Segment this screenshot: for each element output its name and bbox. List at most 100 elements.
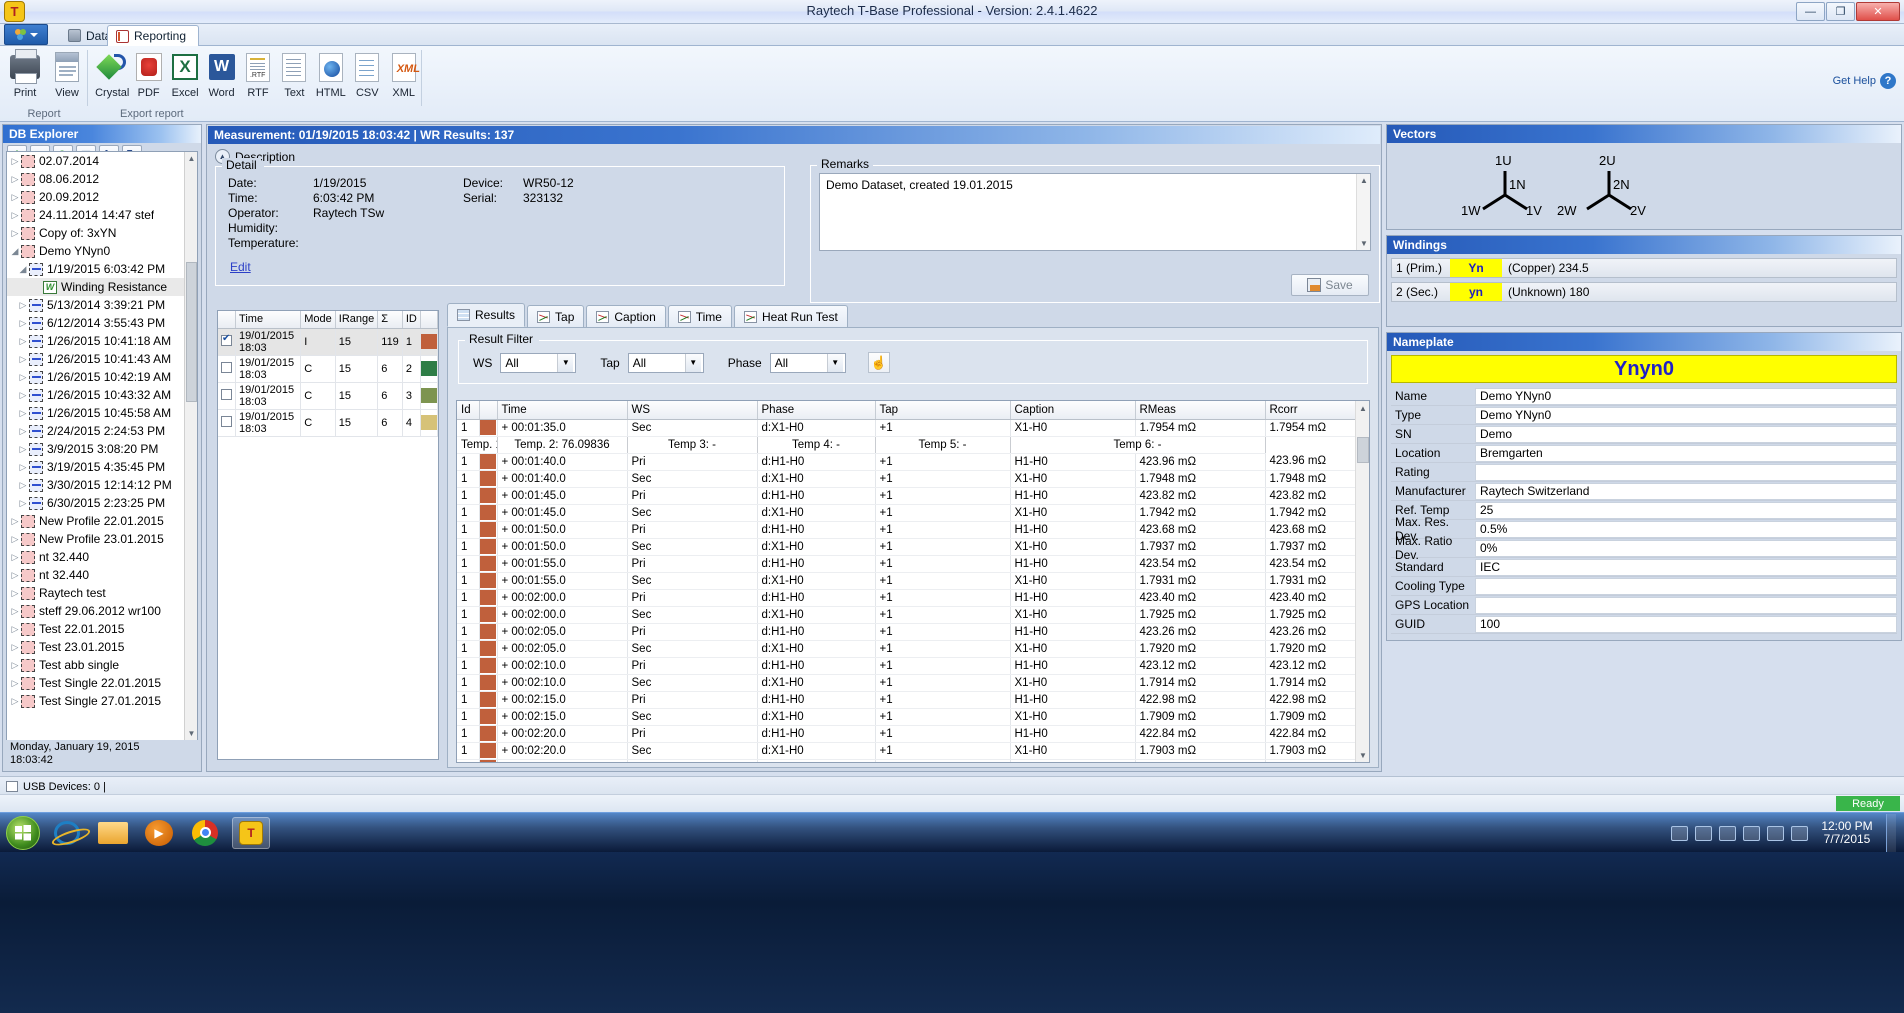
expander-closed-icon[interactable]: ▷ <box>9 228 21 239</box>
tree-item[interactable]: ▷ 6/30/2015 2:23:25 PM <box>7 494 197 512</box>
remarks-scrollbar[interactable]: ▲ ▼ <box>1356 174 1370 250</box>
row-checkbox[interactable] <box>221 388 232 400</box>
show-desktop-button[interactable] <box>1886 814 1896 852</box>
nameplate-value[interactable]: Raytech Switzerland <box>1475 482 1897 500</box>
export-text-button[interactable]: Text <box>276 50 312 99</box>
tray-icon-6[interactable] <box>1791 825 1808 841</box>
maximize-button[interactable]: ❐ <box>1826 2 1855 21</box>
taskbar-file-explorer[interactable] <box>94 817 132 849</box>
expander-closed-icon[interactable]: ▷ <box>9 606 21 617</box>
edit-link[interactable]: Edit <box>216 256 784 274</box>
view-button[interactable]: View <box>46 50 88 99</box>
table-row[interactable]: 1 + 00:01:45.0 Pri d:H1-H0 +1 H1-H0 423.82 mΩ 4… <box>457 487 1369 505</box>
tray-icon-1[interactable] <box>1671 825 1688 841</box>
export-xml-button[interactable]: XML XML <box>386 50 422 99</box>
expander-closed-icon[interactable]: ▷ <box>9 192 21 203</box>
row-checkbox[interactable] <box>221 333 232 346</box>
scroll-thumb[interactable] <box>1357 437 1369 463</box>
ws-filter-select[interactable]: All ▼ <box>500 352 577 373</box>
row-checkbox[interactable] <box>221 415 232 427</box>
expander-closed-icon[interactable]: ▷ <box>9 516 21 527</box>
tree-item[interactable]: ▷ 3/19/2015 4:35:45 PM <box>7 458 197 476</box>
save-button[interactable]: Save <box>1291 274 1369 296</box>
table-row[interactable]: 1 + 00:01:40.0 Sec d:X1-H0 +1 X1-H0 1.7948 mΩ 1… <box>457 470 1369 488</box>
expander-closed-icon[interactable]: ▷ <box>17 354 29 365</box>
expander-closed-icon[interactable]: ▷ <box>17 462 29 473</box>
tree-item[interactable]: ▷ Test 22.01.2015 <box>7 620 197 638</box>
tree-item[interactable]: ▷ Test Single 27.01.2015 <box>7 692 197 710</box>
tab-results[interactable]: Results <box>447 303 526 327</box>
table-row[interactable]: 1 + 00:02:05.0 Sec d:X1-H0 +1 X1-H0 1.7920 mΩ 1… <box>457 640 1369 658</box>
tree-item[interactable]: ▷ New Profile 22.01.2015 <box>7 512 197 530</box>
tree-item[interactable]: ▷ Test Single 22.01.2015 <box>7 674 197 692</box>
expander-closed-icon[interactable]: ▷ <box>9 588 21 599</box>
print-button[interactable]: Print <box>4 49 46 99</box>
tray-icon-3[interactable] <box>1719 825 1736 841</box>
db-explorer-tree[interactable]: ▷ 02.07.2014 ▷ 08.06.2012 ▷ 20.09.2012 ▷ 24.11.… <box>6 151 198 741</box>
tree-item[interactable]: ▷ nt 32.440 <box>7 548 197 566</box>
tree-item[interactable]: ▷ 24.11.2014 14:47 stef <box>7 206 197 224</box>
tree-item[interactable]: ▷ 20.09.2012 <box>7 188 197 206</box>
tree-scrollbar[interactable]: ▲ ▼ <box>184 152 197 740</box>
table-row[interactable]: 1 + 00:01:55.0 Sec d:X1-H0 +1 X1-H0 1.7931 mΩ 1… <box>457 572 1369 590</box>
tree-item[interactable]: ▷ steff 29.06.2012 wr100 <box>7 602 197 620</box>
tree-item[interactable]: ▷ 08.06.2012 <box>7 170 197 188</box>
winding-row-2[interactable]: 2 (Sec.) yn (Unknown) 180 <box>1391 282 1897 302</box>
table-row[interactable]: 1 + 00:01:45.0 Sec d:X1-H0 +1 X1-H0 1.7942 mΩ 1… <box>457 504 1369 522</box>
nameplate-value[interactable] <box>1475 577 1897 595</box>
tree-item[interactable]: ▷ Test 23.01.2015 <box>7 638 197 656</box>
table-row[interactable]: 1 + 00:02:10.0 Pri d:H1-H0 +1 H1-H0 423.12 mΩ 4… <box>457 657 1369 675</box>
table-row[interactable]: 1 + 00:01:50.0 Sec d:X1-H0 +1 X1-H0 1.7937 mΩ 1… <box>457 538 1369 556</box>
tree-item[interactable]: ◢ Demo YNyn0 <box>7 242 197 260</box>
results-grid[interactable]: Id Time WS Phase Tap Caption RMeas Rcorr 1 + 00:… <box>456 400 1370 763</box>
expander-closed-icon[interactable]: ▷ <box>17 408 29 419</box>
expander-open-icon[interactable]: ◢ <box>9 246 21 257</box>
tree-item[interactable]: ▷ 3/9/2015 3:08:20 PM <box>7 440 197 458</box>
scroll-down-icon[interactable]: ▼ <box>185 727 197 740</box>
tree-item[interactable]: ▷ 1/26/2015 10:43:32 AM <box>7 386 197 404</box>
tree-item[interactable]: ◢ 1/19/2015 6:03:42 PM <box>7 260 197 278</box>
nameplate-value[interactable]: 0% <box>1475 539 1897 557</box>
table-row[interactable]: 19/01/2015 18:03 C 15 6 2 <box>218 355 438 383</box>
expander-closed-icon[interactable]: ▷ <box>17 300 29 311</box>
export-excel-button[interactable]: X Excel <box>167 50 203 99</box>
taskbar-chrome[interactable] <box>186 817 224 849</box>
chevron-down-icon[interactable]: ▼ <box>557 353 574 372</box>
start-button[interactable] <box>6 815 40 850</box>
tray-icon-4[interactable] <box>1743 825 1760 841</box>
scroll-up-icon[interactable]: ▲ <box>1356 401 1369 415</box>
taskbar-media-player[interactable]: ▶ <box>140 817 178 849</box>
column-header[interactable]: RMeas <box>1135 401 1266 420</box>
taskbar-raytech-tbase[interactable]: T <box>232 816 270 849</box>
expander-closed-icon[interactable]: ▷ <box>9 156 21 167</box>
get-help-link[interactable]: Get Help ? <box>1833 73 1896 89</box>
close-button[interactable]: ✕ <box>1856 2 1900 21</box>
table-row[interactable]: 1 + 00:02:00.0 Sec d:X1-H0 +1 X1-H0 1.7925 mΩ 1… <box>457 606 1369 624</box>
export-word-button[interactable]: W Word <box>203 50 239 99</box>
column-header[interactable]: Phase <box>757 401 876 420</box>
tree-item[interactable]: ▷ 3/30/2015 12:14:12 PM <box>7 476 197 494</box>
checkbox-cell[interactable] <box>218 328 237 356</box>
table-row[interactable]: 19/01/2015 18:03I151191 <box>218 328 438 356</box>
nameplate-value[interactable]: IEC <box>1475 558 1897 576</box>
tree-item[interactable]: ▷ 6/12/2014 3:55:43 PM <box>7 314 197 332</box>
export-html-button[interactable]: HTML <box>313 50 349 99</box>
column-header[interactable]: Time <box>235 311 302 329</box>
scroll-down-icon[interactable]: ▼ <box>1356 748 1369 762</box>
table-row[interactable]: 1 + 00:01:35.0 Sec d:X1-H0 +1 X1-H0 1.7954 mΩ 1… <box>457 419 1369 437</box>
column-header[interactable]: Tap <box>875 401 1011 420</box>
tab-caption[interactable]: Caption <box>586 305 666 327</box>
column-header[interactable]: ID <box>402 311 421 329</box>
expander-closed-icon[interactable]: ▷ <box>17 318 29 329</box>
row-checkbox[interactable] <box>221 361 232 373</box>
measurement-list-table[interactable]: TimeModeIRangeΣID 19/01/2015 18:03I15119… <box>217 310 439 760</box>
table-row[interactable]: 1 + 00:02:00.0 Pri d:H1-H0 +1 H1-H0 423.40 mΩ 4… <box>457 589 1369 607</box>
nameplate-value[interactable]: Bremgarten <box>1475 444 1897 462</box>
table-row[interactable]: 1 + 00:02:20.0 Pri d:H1-H0 +1 H1-H0 422.84 mΩ 4… <box>457 725 1369 743</box>
tab-time[interactable]: Time <box>667 305 732 327</box>
expander-closed-icon[interactable]: ▷ <box>17 426 29 437</box>
tab-heat-run-test[interactable]: Heat Run Test <box>733 305 848 327</box>
tree-item[interactable]: Winding Resistance <box>7 278 197 296</box>
tray-icon-5[interactable] <box>1767 825 1784 841</box>
expander-closed-icon[interactable]: ▷ <box>9 696 21 707</box>
